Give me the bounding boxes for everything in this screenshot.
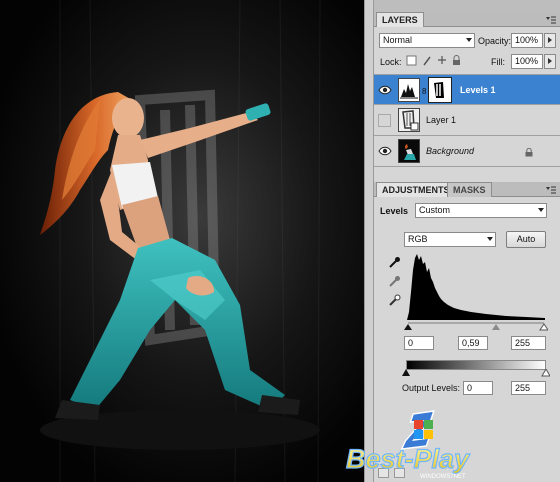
layer-row-background[interactable]: Background (374, 136, 560, 167)
panel-menu-icon[interactable] (546, 186, 556, 194)
lock-label: Lock: (380, 57, 402, 67)
gray-point-eyedropper-icon[interactable] (387, 275, 401, 289)
preset-select[interactable]: Custom (415, 203, 547, 218)
input-black-value[interactable]: 0 (404, 336, 434, 350)
opacity-label: Opacity: (478, 36, 512, 46)
input-white-value[interactable]: 255 (511, 336, 546, 350)
tab-adjustments[interactable]: ADJUSTMENTS (376, 182, 456, 197)
levels-histogram (406, 252, 546, 320)
fill-label: Fill: (491, 57, 505, 67)
layer-name-levels-1[interactable]: Levels 1 (460, 85, 496, 95)
watermark-subtext: WINDOWS7NET (420, 474, 466, 480)
channel-select[interactable]: RGB (404, 232, 496, 247)
output-black-value[interactable]: 0 (463, 381, 493, 395)
input-levels-slider[interactable] (404, 320, 548, 332)
layer-name-background[interactable]: Background (426, 146, 474, 156)
adjustments-tab-bar: ADJUSTMENTS MASKS (374, 182, 560, 197)
layer-mask-thumb[interactable] (428, 77, 452, 103)
white-output-handle[interactable] (541, 369, 550, 377)
input-gray-value[interactable]: 0,59 (458, 336, 488, 350)
fill-input[interactable]: 100% (511, 54, 543, 69)
lock-icon (525, 148, 533, 157)
lock-all-icon[interactable] (453, 60, 460, 65)
white-point-eyedropper-icon[interactable] (387, 294, 401, 308)
black-input-handle[interactable] (404, 324, 412, 330)
visibility-toggle-empty[interactable] (378, 114, 391, 127)
lock-transparency-icon[interactable] (406, 55, 417, 66)
lock-icons (406, 55, 460, 66)
gray-input-handle[interactable] (492, 324, 500, 330)
layer-1-thumb[interactable] (398, 108, 420, 132)
link-icon[interactable]: 8 (422, 87, 426, 96)
chevron-down-icon (487, 237, 493, 241)
levels-adjustment-thumb[interactable] (398, 78, 420, 102)
watermark-text: Best-Play (346, 444, 471, 474)
chevron-down-icon (466, 38, 472, 42)
lock-brush-icon[interactable] (423, 56, 431, 66)
panel-menu-icon[interactable] (546, 16, 556, 24)
opacity-slider-button[interactable] (544, 33, 556, 48)
black-output-handle[interactable] (402, 369, 410, 376)
tab-layers[interactable]: LAYERS (376, 12, 424, 27)
auto-button[interactable]: Auto (506, 231, 546, 248)
watermark-logo: Best-Play WINDOWS7NET (345, 410, 472, 480)
background-thumb[interactable] (398, 139, 420, 163)
chevron-down-icon (538, 208, 544, 212)
dock-top-strip[interactable] (374, 0, 560, 12)
black-point-eyedropper-icon[interactable] (387, 256, 401, 270)
preset-label: Levels (380, 206, 409, 216)
blend-mode-select[interactable]: Normal (379, 33, 475, 48)
layer-row-levels-1[interactable]: 8 Levels 1 (374, 74, 560, 105)
lock-move-icon[interactable] (438, 56, 446, 64)
document-canvas[interactable] (0, 0, 364, 482)
fill-slider-button[interactable] (544, 54, 556, 69)
dancer-photo (0, 0, 364, 482)
output-white-value[interactable]: 255 (511, 381, 546, 395)
visibility-eye-icon[interactable] (378, 145, 392, 157)
output-levels-slider[interactable] (402, 369, 550, 378)
white-input-handle[interactable] (539, 323, 548, 331)
layer-row-layer-1[interactable]: Layer 1 (374, 105, 560, 136)
layers-tab-bar: LAYERS (374, 12, 560, 27)
opacity-input[interactable]: 100% (511, 33, 543, 48)
layer-name-layer-1[interactable]: Layer 1 (426, 115, 456, 125)
visibility-eye-icon[interactable] (378, 84, 392, 96)
output-levels-label: Output Levels: (402, 383, 461, 393)
tab-masks[interactable]: MASKS (447, 182, 492, 197)
